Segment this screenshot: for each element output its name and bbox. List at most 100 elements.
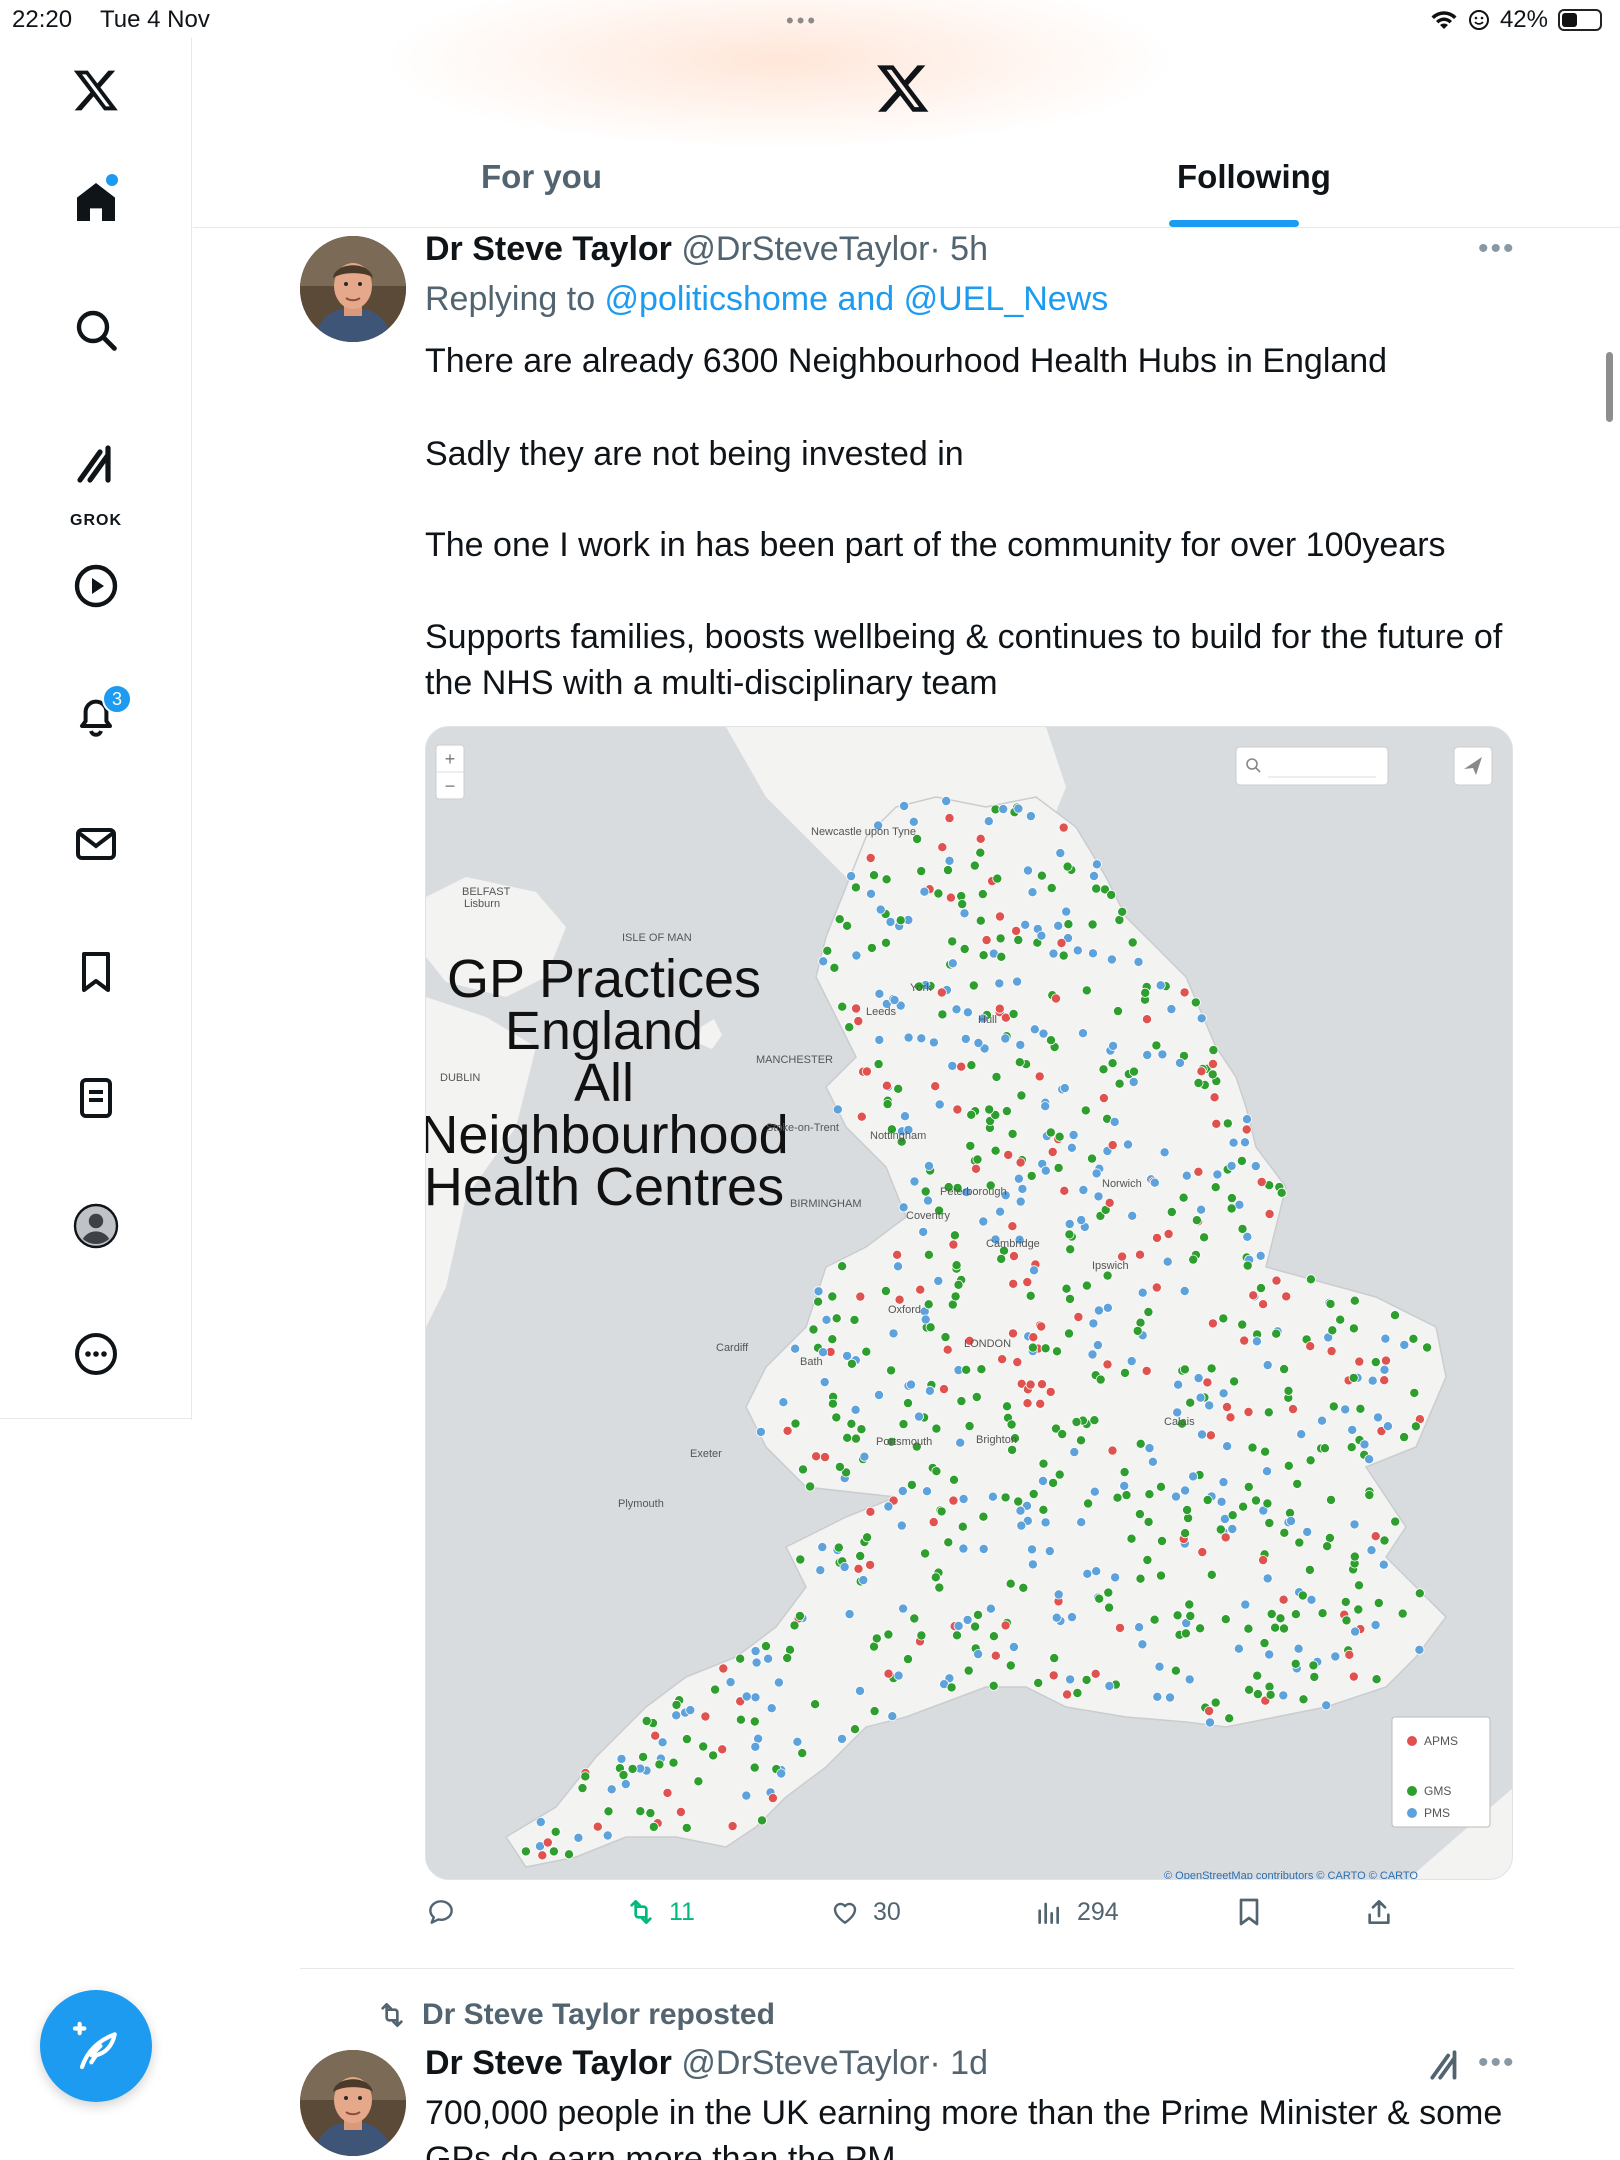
replying-to: Replying to @politicshome and @UEL_News (425, 280, 1108, 319)
tweet-more-icon[interactable]: ••• (1478, 232, 1516, 266)
gp-practice-dot (1055, 848, 1066, 859)
gp-practice-dot (851, 950, 862, 961)
notifications-bell-icon[interactable]: 3 (56, 676, 136, 756)
grok-nav-item[interactable]: GROK (56, 420, 136, 530)
gp-practice-dot (1264, 1649, 1275, 1660)
gp-practice-dot (1243, 1623, 1254, 1634)
gp-practice-dot (971, 1163, 982, 1174)
gp-practice-dot (961, 1364, 972, 1375)
gp-practice-dot (1237, 1223, 1248, 1234)
gp-practice-dot (1093, 1191, 1104, 1202)
gp-practice-dot (1373, 1598, 1384, 1609)
profile-avatar-icon[interactable] (56, 1186, 136, 1266)
x-logo-icon[interactable] (875, 60, 931, 121)
tab-for-you[interactable]: For you (481, 158, 602, 196)
gp-practice-dot (1188, 1471, 1199, 1482)
gp-practice-dot (853, 1563, 864, 1574)
author-name[interactable]: Dr Steve Taylor (425, 230, 672, 268)
share-button[interactable] (1363, 1896, 1395, 1928)
gp-practice-dot (1379, 1535, 1390, 1546)
gp-practice-dot (1202, 1495, 1213, 1506)
grok-explain-icon[interactable] (1426, 2046, 1464, 2089)
bookmarks-icon[interactable] (56, 932, 136, 1012)
gp-practice-dot (1247, 1442, 1258, 1453)
gp-practice-dot (889, 995, 900, 1006)
legend-label: APMS (1424, 1734, 1458, 1748)
views-bar-icon (1038, 1902, 1059, 1924)
gp-practice-dot (853, 1016, 864, 1027)
gp-practice-dot (1180, 1528, 1191, 1539)
lists-icon[interactable] (56, 1058, 136, 1138)
views-button[interactable]: 294 (1033, 1896, 1119, 1928)
bookmark-button[interactable] (1233, 1896, 1265, 1928)
gp-practice-dot (832, 1104, 843, 1115)
gp-practice-dot (1025, 811, 1036, 822)
author-avatar[interactable] (300, 2050, 406, 2156)
gp-practice-dot (1141, 1365, 1152, 1376)
gp-practice-dot (898, 1419, 909, 1430)
compose-post-button[interactable] (40, 1990, 152, 2102)
gp-practice-dot (725, 1677, 736, 1688)
map-place-label: Coventry (906, 1210, 951, 1222)
map-zoom-control[interactable]: + − (435, 744, 465, 800)
gp-practice-dot (1279, 1364, 1290, 1375)
replying-to-link[interactable]: @politicshome and @UEL_News (605, 280, 1109, 318)
gp-practice-dot (957, 899, 968, 910)
gp-practice-dot (940, 1332, 951, 1343)
map-search-box[interactable] (1235, 746, 1389, 786)
gp-practice-dot (1190, 997, 1201, 1008)
map-attribution[interactable]: © OpenStreetMap contributors © CARTO © C… (1164, 1870, 1418, 1880)
multitasking-dots[interactable]: ••• (786, 8, 818, 34)
gp-practice-dot (1152, 1691, 1163, 1702)
gp-practice-dot (1157, 1049, 1168, 1060)
home-icon[interactable] (56, 162, 136, 242)
map-overlay-line: England (505, 1001, 703, 1061)
zoom-out-button[interactable]: − (445, 776, 456, 796)
gp-practice-dot (1166, 1206, 1177, 1217)
x-logo-icon[interactable] (56, 50, 136, 130)
gp-practice-dot (1184, 1674, 1195, 1685)
feather-plus-icon (72, 2021, 117, 2070)
gp-practice-dot (766, 1703, 777, 1714)
gp-practice-dot (1251, 1495, 1262, 1506)
reply-button[interactable] (425, 1896, 469, 1928)
author-handle[interactable]: @DrSteveTaylor (681, 2044, 929, 2082)
gp-practice-dot (933, 1275, 944, 1286)
search-icon[interactable] (56, 290, 136, 370)
gp-practice-dot (1298, 1694, 1309, 1705)
gp-practice-dot (918, 1226, 929, 1237)
repost-button[interactable]: 11 (625, 1896, 695, 1928)
author-avatar[interactable] (300, 236, 406, 342)
gp-practice-dot (873, 1390, 884, 1401)
tweet-more-icon[interactable]: ••• (1478, 2046, 1516, 2080)
gp-practice-dot (817, 1542, 828, 1553)
video-play-icon[interactable] (56, 546, 136, 626)
tweet-media-map[interactable]: GP Practices England All Neighbourhood H… (425, 726, 1513, 1880)
gp-practice-dot (923, 1249, 934, 1260)
gp-practice-dot (1065, 1293, 1076, 1304)
gp-practice-dot (815, 1565, 826, 1576)
gp-practice-dot (1325, 1298, 1336, 1309)
gp-practice-dot (1265, 1689, 1276, 1700)
like-button[interactable]: 30 (829, 1896, 901, 1928)
gp-practice-dot (1033, 1677, 1044, 1688)
map-locate-button[interactable] (1453, 746, 1493, 786)
messages-envelope-icon[interactable] (56, 804, 136, 884)
gp-practice-dot (1354, 1356, 1365, 1367)
gp-practice-dot (1110, 1572, 1121, 1583)
author-name[interactable]: Dr Steve Taylor (425, 2044, 672, 2082)
gp-practice-dot (1227, 1524, 1238, 1535)
tab-following[interactable]: Following (1177, 158, 1331, 196)
gp-practice-dot (874, 988, 885, 999)
gp-practice-dot (1205, 1717, 1216, 1728)
gp-practice-dot (1052, 1346, 1063, 1357)
author-handle[interactable]: @DrSteveTaylor (681, 230, 929, 268)
reposted-by-text[interactable]: Dr Steve Taylor reposted (422, 1998, 775, 2032)
tweet-time[interactable]: · 1d (929, 2044, 988, 2082)
tweet-time[interactable]: · 5h (929, 230, 988, 268)
battery-icon (1558, 9, 1602, 31)
zoom-in-button[interactable]: + (445, 749, 456, 769)
more-options-icon[interactable] (56, 1314, 136, 1394)
gp-practice-dot (899, 1111, 910, 1122)
scrollbar[interactable] (1606, 352, 1613, 422)
